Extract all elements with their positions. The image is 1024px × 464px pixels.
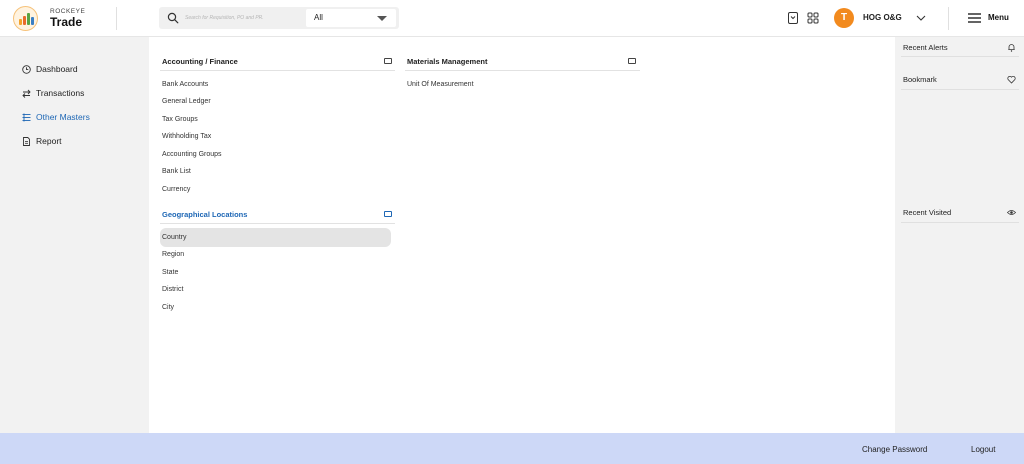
collapse-icon[interactable] — [384, 211, 392, 217]
sidebar: Dashboard Transactions Other Masters Rep… — [0, 37, 149, 433]
recent-visited-title: Recent Visited — [903, 208, 952, 217]
document-icon — [23, 137, 30, 146]
header-divider — [116, 7, 117, 30]
sidebar-item-label: Transactions — [36, 88, 85, 98]
master-link-region[interactable]: Region — [162, 251, 184, 258]
masters-panel: Accounting / Finance Bank Accounts Gener… — [149, 37, 895, 433]
brand-top-text: ROCKEYE — [50, 8, 86, 15]
section-divider — [160, 223, 395, 224]
logout-link[interactable]: Logout — [971, 445, 995, 454]
sidebar-item-label: Other Masters — [36, 112, 90, 122]
master-link-bank-list[interactable]: Bank List — [162, 168, 191, 175]
menu-button[interactable]: Menu — [968, 10, 1016, 26]
sidebar-item-report[interactable]: Report — [22, 135, 142, 149]
top-bar: ROCKEYE Trade All T HOG O&G Menu — [0, 0, 1024, 37]
bookmark-icon[interactable] — [786, 11, 800, 25]
master-link-city[interactable]: City — [162, 304, 174, 311]
change-password-link[interactable]: Change Password — [862, 445, 927, 454]
menu-label: Menu — [988, 13, 1009, 22]
sidebar-item-transactions[interactable]: Transactions — [22, 87, 142, 101]
section-title-accounting: Accounting / Finance — [162, 57, 238, 66]
search-input[interactable] — [185, 10, 297, 26]
master-link-country[interactable]: Country — [162, 234, 187, 241]
master-link-accounting-groups[interactable]: Accounting Groups — [162, 151, 222, 158]
section-title-geo: Geographical Locations — [162, 210, 248, 219]
right-panel: Recent Alerts Bookmark Recent Visited — [895, 37, 1024, 433]
list-icon — [22, 113, 31, 122]
apps-grid-icon[interactable] — [806, 11, 820, 25]
selected-item-highlight — [160, 228, 391, 247]
clock-icon — [22, 65, 31, 74]
swap-arrows-icon — [22, 89, 31, 98]
section-title-materials: Materials Management — [407, 57, 488, 66]
heart-icon[interactable] — [1007, 75, 1016, 84]
master-link-bank-accounts[interactable]: Bank Accounts — [162, 81, 208, 88]
master-link-district[interactable]: District — [162, 286, 183, 293]
master-link-unit-of-measurement[interactable]: Unit Of Measurement — [407, 81, 474, 88]
master-link-tax-groups[interactable]: Tax Groups — [162, 116, 198, 123]
search-icon[interactable] — [167, 12, 179, 24]
collapse-icon[interactable] — [384, 58, 392, 64]
sidebar-item-label: Report — [36, 136, 62, 146]
footer: Change Password Logout — [0, 433, 1024, 464]
recent-alerts-title: Recent Alerts — [903, 43, 948, 52]
user-avatar[interactable]: T — [834, 8, 854, 28]
collapse-icon[interactable] — [628, 58, 636, 64]
section-divider — [160, 70, 395, 71]
search-bar: All — [159, 7, 399, 29]
sidebar-item-label: Dashboard — [36, 64, 78, 74]
user-name[interactable]: HOG O&G — [863, 13, 902, 22]
master-link-withholding-tax[interactable]: Withholding Tax — [162, 133, 211, 140]
sidebar-item-dashboard[interactable]: Dashboard — [22, 63, 142, 77]
master-link-state[interactable]: State — [162, 269, 178, 276]
master-link-general-ledger[interactable]: General Ledger — [162, 98, 211, 105]
hamburger-icon — [968, 13, 981, 23]
panel-divider — [901, 222, 1019, 223]
panel-divider — [901, 89, 1019, 90]
brand-name: Trade — [50, 15, 83, 29]
rockeye-logo[interactable] — [13, 6, 38, 31]
chevron-down-icon[interactable] — [915, 12, 927, 24]
panel-divider — [901, 56, 1019, 57]
caret-down-icon — [377, 16, 387, 21]
bell-icon[interactable] — [1007, 43, 1016, 52]
header-divider — [948, 7, 949, 30]
search-filter-value: All — [314, 13, 323, 22]
eye-icon[interactable] — [1007, 208, 1016, 217]
section-divider — [405, 70, 640, 71]
master-link-currency[interactable]: Currency — [162, 186, 190, 193]
sidebar-item-other-masters[interactable]: Other Masters — [22, 111, 142, 125]
search-filter-select[interactable]: All — [306, 9, 396, 27]
bookmark-title: Bookmark — [903, 75, 937, 84]
